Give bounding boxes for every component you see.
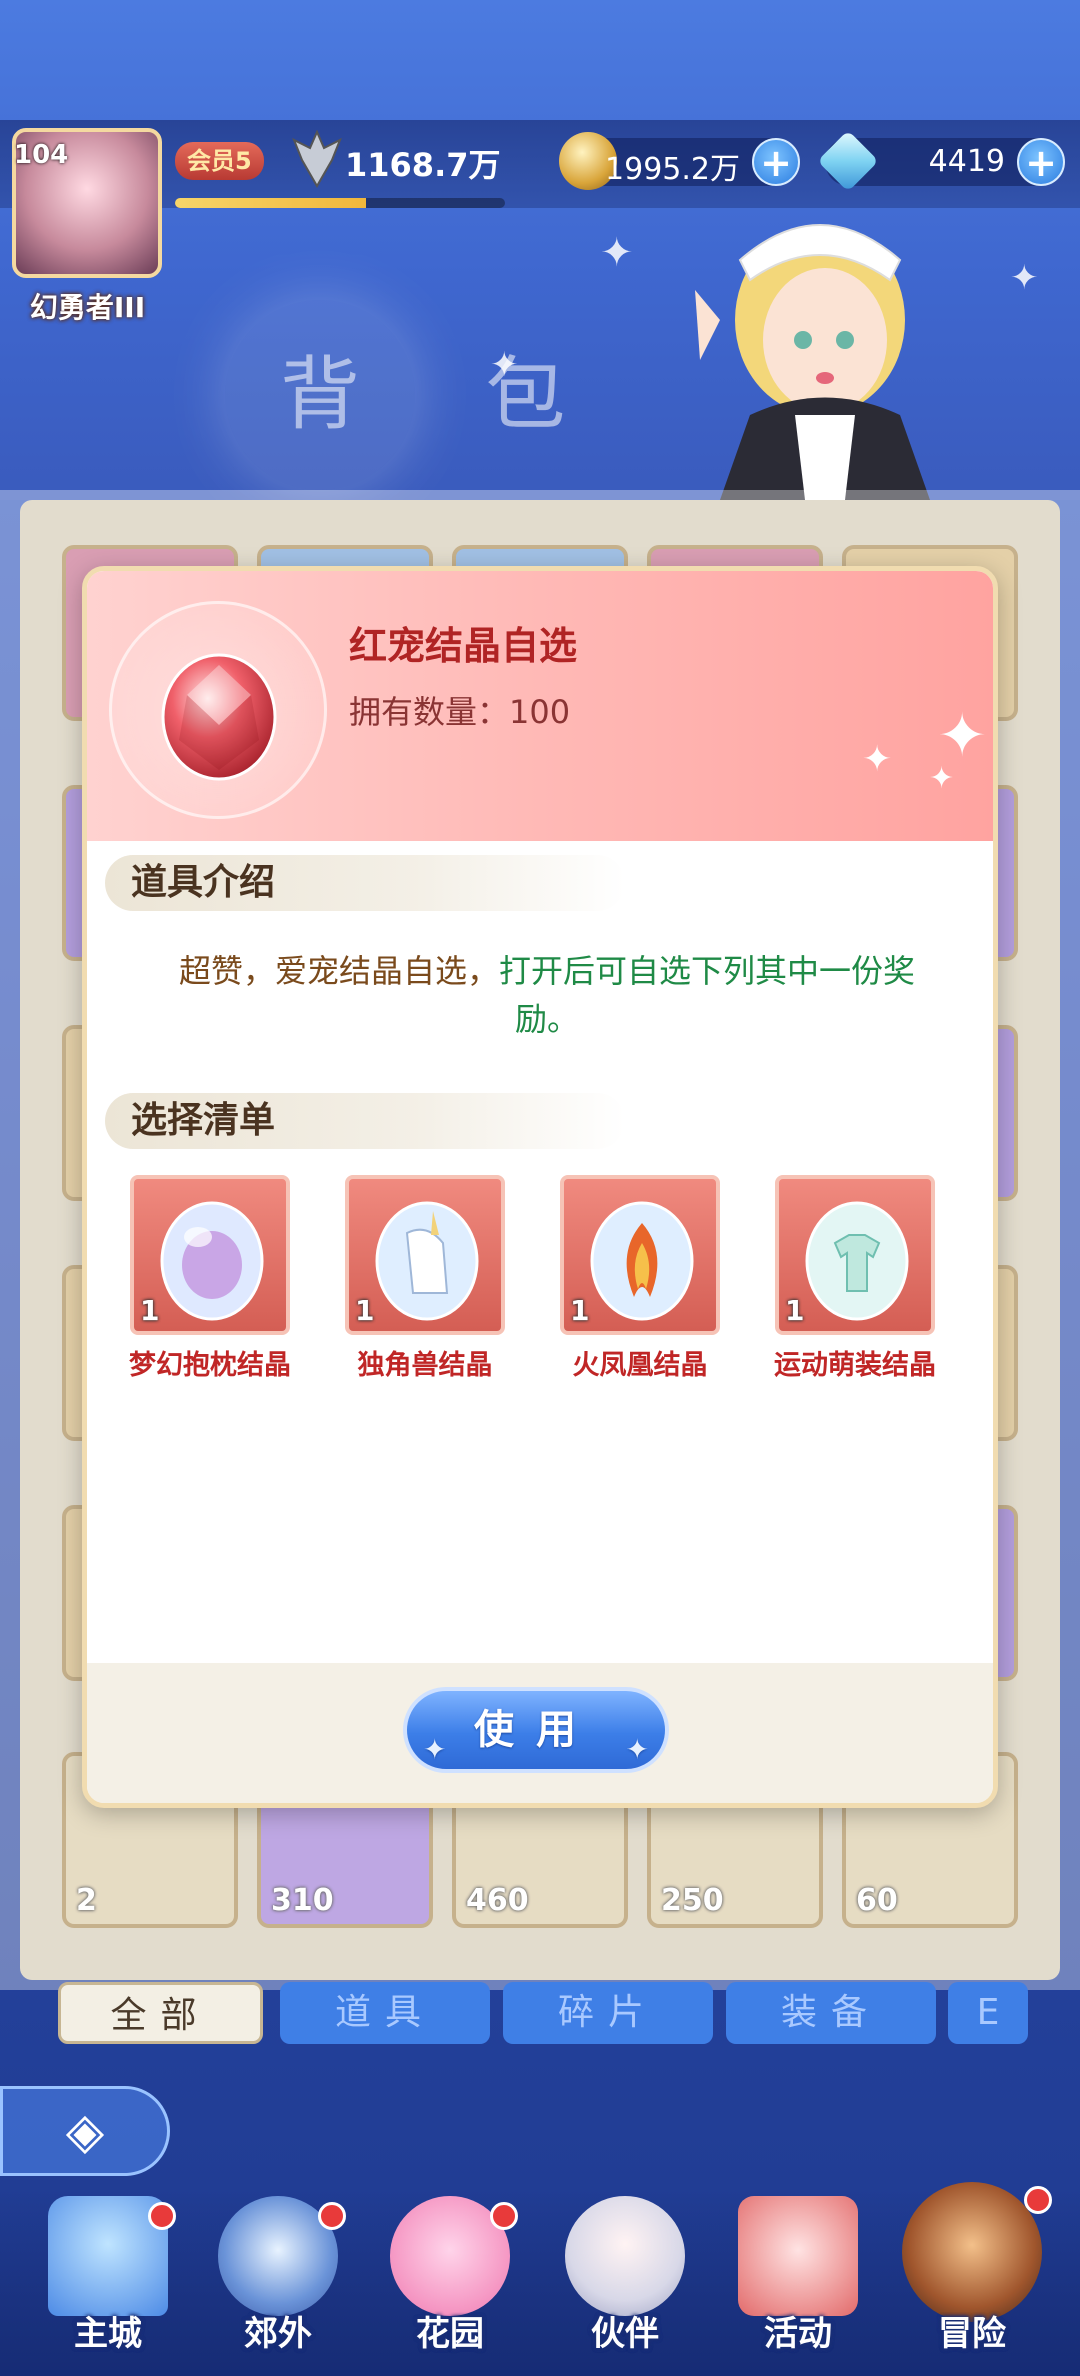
diamond-currency: 4419 +	[817, 130, 1065, 192]
reward-name: 独角兽结晶	[357, 1350, 493, 1381]
nav-partner[interactable]: 伙伴	[545, 2196, 705, 2366]
combat-power-value: 1168.7万	[345, 146, 501, 184]
nav-label: 伙伴	[591, 2314, 659, 2354]
vip-badge[interactable]: 会员5	[175, 142, 264, 180]
nav-label: 主城	[74, 2314, 142, 2354]
combat-power-icon	[292, 130, 342, 188]
reward-icon-box: 1	[560, 1175, 720, 1335]
reward-quantity: 1	[140, 1294, 160, 1327]
item-detail-modal: ✦ ✦ ✦ 红宠结晶自选 拥有数量：100 道具介绍 超赞，爱宠结晶自选，打开后…	[82, 566, 998, 1808]
red-crystal-icon	[161, 653, 277, 781]
nav-events[interactable]: 活动	[718, 2196, 878, 2366]
owned-count-row: 拥有数量：100	[349, 687, 570, 733]
add-diamond-button[interactable]: +	[1017, 138, 1065, 186]
nav-main-city[interactable]: 主城	[28, 2196, 188, 2366]
intro-section-title: 道具介绍	[105, 855, 625, 911]
sparkle-icon: ✦	[423, 1733, 447, 1766]
tab-fragments[interactable]: 碎片	[503, 1982, 713, 2044]
player-name: 幻勇者III	[29, 291, 146, 324]
description-text: 超赞，爱宠结晶自选，	[178, 952, 499, 990]
tab-equipment[interactable]: 装备	[726, 1982, 936, 2044]
exp-progress-bar	[175, 198, 505, 208]
reward-icon-box: 1	[130, 1175, 290, 1335]
back-arrow-icon: ◈	[65, 2102, 105, 2160]
tab-all[interactable]: 全部	[58, 1982, 263, 2044]
use-button[interactable]: ✦ 使用 ✦	[403, 1687, 669, 1773]
sport-outfit-crystal-egg-icon	[805, 1201, 909, 1321]
reward-icon-box: 1	[345, 1175, 505, 1335]
partner-portrait-icon	[565, 2196, 685, 2316]
reward-icon-box: 1	[775, 1175, 935, 1335]
description-highlight: 打开后可自选下列其中一份奖励。	[499, 952, 916, 1038]
reward-item[interactable]: 1 梦幻抱枕结晶	[125, 1175, 295, 1382]
unicorn-crystal-egg-icon	[375, 1201, 479, 1321]
reward-name: 火凤凰结晶	[572, 1350, 708, 1381]
reward-item[interactable]: 1 独角兽结晶	[340, 1175, 510, 1382]
nav-adventure[interactable]: 冒险	[892, 2182, 1052, 2366]
page-title: 背 包	[280, 348, 616, 441]
use-button-label: 使用	[474, 1707, 598, 1753]
reward-quantity: 1	[785, 1294, 805, 1327]
reward-name: 运动萌装结晶	[774, 1350, 936, 1381]
item-description: 超赞，爱宠结晶自选，打开后可自选下列其中一份奖励。	[147, 947, 947, 1043]
nav-label: 郊外	[244, 2314, 312, 2354]
tab-items[interactable]: 道具	[280, 1982, 490, 2044]
back-arrow-button[interactable]: ◈	[0, 2086, 170, 2176]
reward-quantity: 1	[570, 1294, 590, 1327]
notification-dot	[490, 2202, 518, 2230]
sparkle-icon: ✦	[862, 739, 893, 780]
sparkle-icon: ✦	[625, 1733, 649, 1766]
diamond-value: 4419	[928, 144, 1005, 179]
reward-item[interactable]: 1 运动萌装结晶	[770, 1175, 940, 1382]
player-level: 104	[14, 140, 69, 170]
nav-suburb[interactable]: 郊外	[198, 2196, 358, 2366]
exp-progress-fill	[175, 198, 367, 208]
pillow-crystal-egg-icon	[160, 1201, 264, 1321]
notification-dot	[1024, 2186, 1052, 2214]
maid-character-illustration	[695, 224, 930, 500]
reward-item[interactable]: 1 火凤凰结晶	[555, 1175, 725, 1382]
modal-footer: ✦ 使用 ✦	[87, 1663, 993, 1803]
reward-quantity: 1	[355, 1294, 375, 1327]
list-section-title: 选择清单	[105, 1093, 625, 1149]
gift-box-icon	[738, 2196, 858, 2316]
tab-more[interactable]: E	[948, 1982, 1028, 2044]
top-background: ✦ ✦ ✦ 背 包	[0, 0, 1080, 500]
modal-header: ✦ ✦ ✦ 红宠结晶自选 拥有数量：100	[87, 571, 993, 841]
nav-garden[interactable]: 花园	[370, 2196, 530, 2366]
notification-dot	[148, 2202, 176, 2230]
gold-currency: 1995.2万 +	[559, 132, 800, 190]
nav-label: 花园	[416, 2314, 484, 2354]
reward-name: 梦幻抱枕结晶	[129, 1350, 291, 1381]
notification-dot	[318, 2202, 346, 2230]
fire-phoenix-crystal-egg-icon	[590, 1201, 694, 1321]
nav-label: 冒险	[938, 2314, 1006, 2354]
owned-count-label: 拥有数量：	[349, 693, 510, 731]
owned-count-value: 100	[509, 693, 571, 731]
item-name: 红宠结晶自选	[349, 624, 578, 668]
sparkle-icon: ✦	[929, 761, 955, 796]
add-gold-button[interactable]: +	[752, 138, 800, 186]
nav-label: 活动	[764, 2314, 832, 2354]
adventure-compass-icon	[902, 2182, 1042, 2322]
gold-value: 1995.2万	[605, 152, 740, 187]
